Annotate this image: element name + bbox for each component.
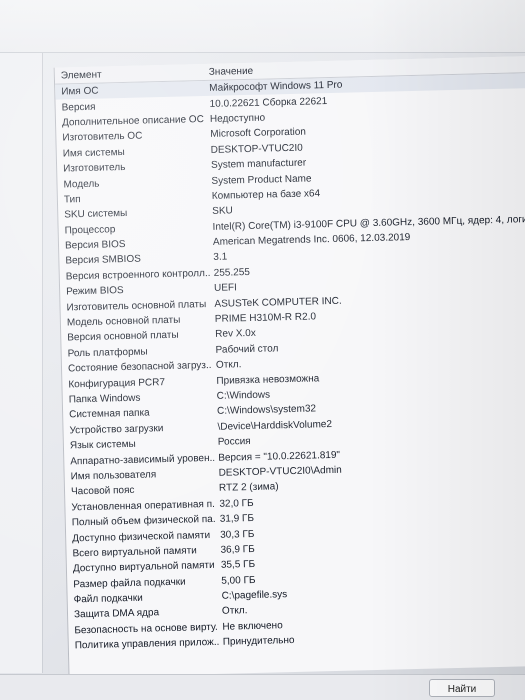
row-name: Роль платформы [67,346,148,360]
row-name: Модель [63,178,100,191]
find-button[interactable]: Найти [429,679,495,697]
row-name: Конфигурация PCR7 [68,376,166,391]
row-name: Доступно виртуальной памяти [72,560,215,575]
row-name: Политика управления прилож... [74,637,219,652]
row-name: Доступно физической памяти [72,529,211,544]
row-name: Часовой пояс [70,485,135,498]
row-name: Режим BIOS [66,285,124,298]
row-name: Процессор [64,223,116,237]
row-name: Версия встроенного контролл... [65,267,210,283]
column-header-element[interactable]: Элемент [55,67,205,82]
row-name: Установленная оперативная п... [71,498,216,514]
row-name: Версия SMBIOS [65,254,141,267]
row-name: Изготовитель ОС [62,130,143,144]
row-name: Устройство загрузки [69,422,164,437]
row-name: Имя системы [62,146,125,160]
row-name: Состояние безопасной загруз... [67,360,213,375]
row-name: Защита DMA ядра [73,607,160,621]
bottom-bar: Найти [0,674,525,700]
row-name: Имя пользователя [70,469,157,483]
row-name: Изготовитель основной платы [66,298,207,314]
row-name: SKU системы [64,208,128,221]
row-name: Системная папка [69,407,150,421]
row-name: Файл подкачки [73,592,143,606]
row-name: Язык системы [69,438,136,452]
row-name: Всего виртуальной памяти [72,545,197,560]
row-name: Версия [61,101,96,114]
row-name: Безопасность на основе вирту... [74,621,219,637]
row-name: Изготовитель [63,162,126,175]
row-name: Версия основной платы [67,330,179,344]
row-name: Полный объем физической па... [71,514,216,529]
row-name: Имя ОС [61,85,99,98]
system-summary-list[interactable]: Элемент Значение Имя ОС Майкрософт Windo… [53,54,525,678]
row-name: Размер файла подкачки [73,576,186,591]
row-name: Модель основной платы [66,314,181,329]
row-name: Дополнительное описание ОС [61,114,205,129]
row-name: Аппаратно-зависимый уровен... [70,452,215,467]
row-name: Папка Windows [68,392,141,406]
row-name: Версия BIOS [64,239,126,252]
screen: Элемент Значение Имя ОС Майкрософт Windo… [0,0,525,700]
row-name: Тип [63,194,81,206]
list-wrap: Элемент Значение Имя ОС Майкрософт Windo… [0,0,525,700]
